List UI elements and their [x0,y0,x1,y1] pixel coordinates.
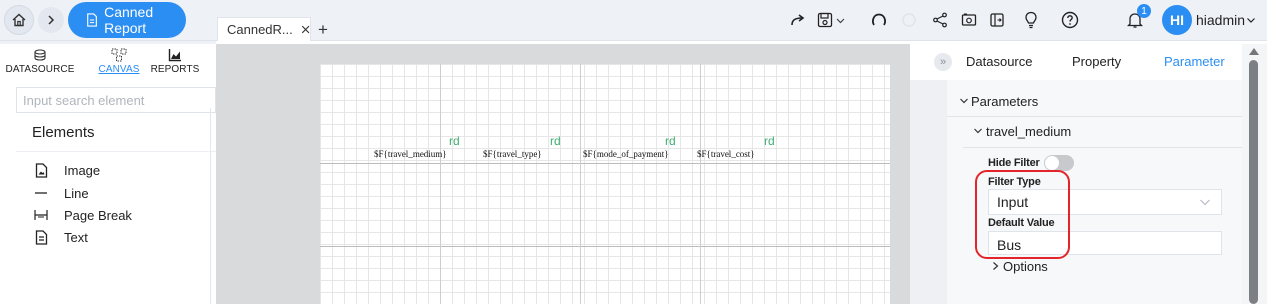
element-label: Text [64,229,88,245]
refresh-button[interactable] [866,7,892,33]
canned-report-breadcrumb[interactable]: Canned Report [68,2,186,38]
elements-heading: Elements [16,115,216,152]
home-button[interactable] [4,5,34,35]
panel-divider [210,108,211,304]
preview-button[interactable] [956,7,982,33]
image-preview-icon [961,13,977,26]
tab-datasource-properties[interactable]: Datasource [966,54,1032,69]
tab-property[interactable]: Property [1072,54,1121,69]
report-page[interactable] [320,64,890,304]
loading-indicator [896,7,922,33]
chevron-down-icon [960,98,968,104]
tab-reports[interactable]: REPORTS [150,44,200,82]
share-button[interactable] [927,7,953,33]
parameters-section-toggle[interactable]: Parameters [959,94,1038,109]
element-label: Line [64,185,89,201]
scrollbar-thumb[interactable] [1249,60,1258,304]
chevron-down-icon [974,128,982,134]
detail-band-line[interactable] [320,163,890,164]
breadcrumb-next-button[interactable] [38,7,64,33]
column-guide [440,64,441,304]
save-icon [817,12,833,28]
tab-canvas-label: CANVAS [98,64,140,75]
home-icon [12,13,26,27]
collapse-panel-button[interactable]: » [934,53,952,71]
section-divider [947,116,1242,117]
element-search-input[interactable] [16,87,216,113]
field-marker: rd [550,134,561,148]
element-page-break[interactable]: Page Break [32,205,132,225]
canvas-icon [111,48,127,62]
field-marker: rd [764,134,775,148]
element-label: Page Break [64,207,132,223]
tab-datasource-label: DATASOURCE [5,64,75,75]
parameters-label: Parameters [971,94,1039,109]
element-image[interactable]: Image [32,160,100,180]
top-bar: Canned Report CannedR... + 1 HI hiadmin [0,0,1267,41]
spinner-icon [902,13,916,27]
element-label: Image [64,162,101,178]
tips-button[interactable] [1018,7,1044,33]
hide-filter-toggle[interactable] [1044,155,1074,171]
column-guide [700,64,701,304]
save-menu-button[interactable] [812,7,850,33]
text-icon [32,229,50,245]
image-icon [32,162,50,178]
field-travel-type[interactable]: $F{travel_type} [483,149,542,159]
report-icon [87,13,97,27]
export-icon [990,13,1004,27]
export-button[interactable] [984,7,1010,33]
add-tab-button[interactable]: + [318,20,328,40]
hide-filter-label: Hide Filter [988,157,1040,169]
section-divider [963,147,1242,148]
report-title: Canned Report [104,4,154,36]
footer-band-line[interactable] [320,246,890,247]
chevron-down-icon [836,18,845,23]
panel-gutter [910,80,947,304]
field-marker: rd [449,134,460,148]
help-icon [1061,11,1079,29]
element-text[interactable]: Text [32,227,88,247]
redo-icon [791,14,805,26]
chevron-down-icon [1200,199,1210,206]
page-break-icon [32,208,50,222]
document-tab-label: CannedR... [227,22,293,37]
chart-icon [168,49,181,62]
report-designer: Canned Report CannedR... + 1 HI hiadmin … [0,0,1267,304]
tab-canvas[interactable]: CANVAS [96,44,142,82]
chevron-right-icon [993,262,999,270]
field-travel-cost[interactable]: $F{travel_cost} [697,149,755,159]
tab-datasource[interactable]: DATASOURCE [6,44,74,82]
tab-reports-label: REPORTS [150,64,200,75]
parameter-item-toggle[interactable]: travel_medium [973,124,1071,139]
close-icon[interactable] [301,24,310,35]
toggle-knob [1045,156,1059,170]
chevron-right-icon [48,15,55,25]
scroll-up-arrow[interactable] [1249,48,1259,55]
tab-parameter[interactable]: Parameter [1164,54,1225,69]
notification-badge: 1 [1137,4,1151,18]
chevron-down-icon [1247,18,1255,23]
refresh-icon [872,13,886,26]
document-tab[interactable]: CannedR... [217,17,311,41]
field-marker: rd [665,134,676,148]
lightbulb-icon [1025,11,1037,29]
help-button[interactable] [1057,7,1083,33]
field-travel-medium[interactable]: $F{travel_medium} [374,149,447,159]
options-section-toggle[interactable]: Options [991,259,1048,274]
avatar[interactable]: HI [1162,5,1192,35]
element-line[interactable]: Line [32,183,89,203]
elements-panel: DATASOURCE CANVAS REPORTS Elements [0,44,216,304]
share-icon [933,12,947,28]
redo-button[interactable] [785,7,811,33]
username-label: hiadmin [1196,12,1246,28]
line-icon [32,186,50,200]
database-icon [34,49,46,61]
field-mode-of-payment[interactable]: $F{mode_of_payment} [583,149,669,159]
options-label: Options [1003,259,1048,274]
highlight-annotation [975,170,1070,259]
parameter-name: travel_medium [986,124,1072,139]
column-guide [580,64,581,304]
user-menu[interactable]: hiadmin [1196,12,1256,28]
